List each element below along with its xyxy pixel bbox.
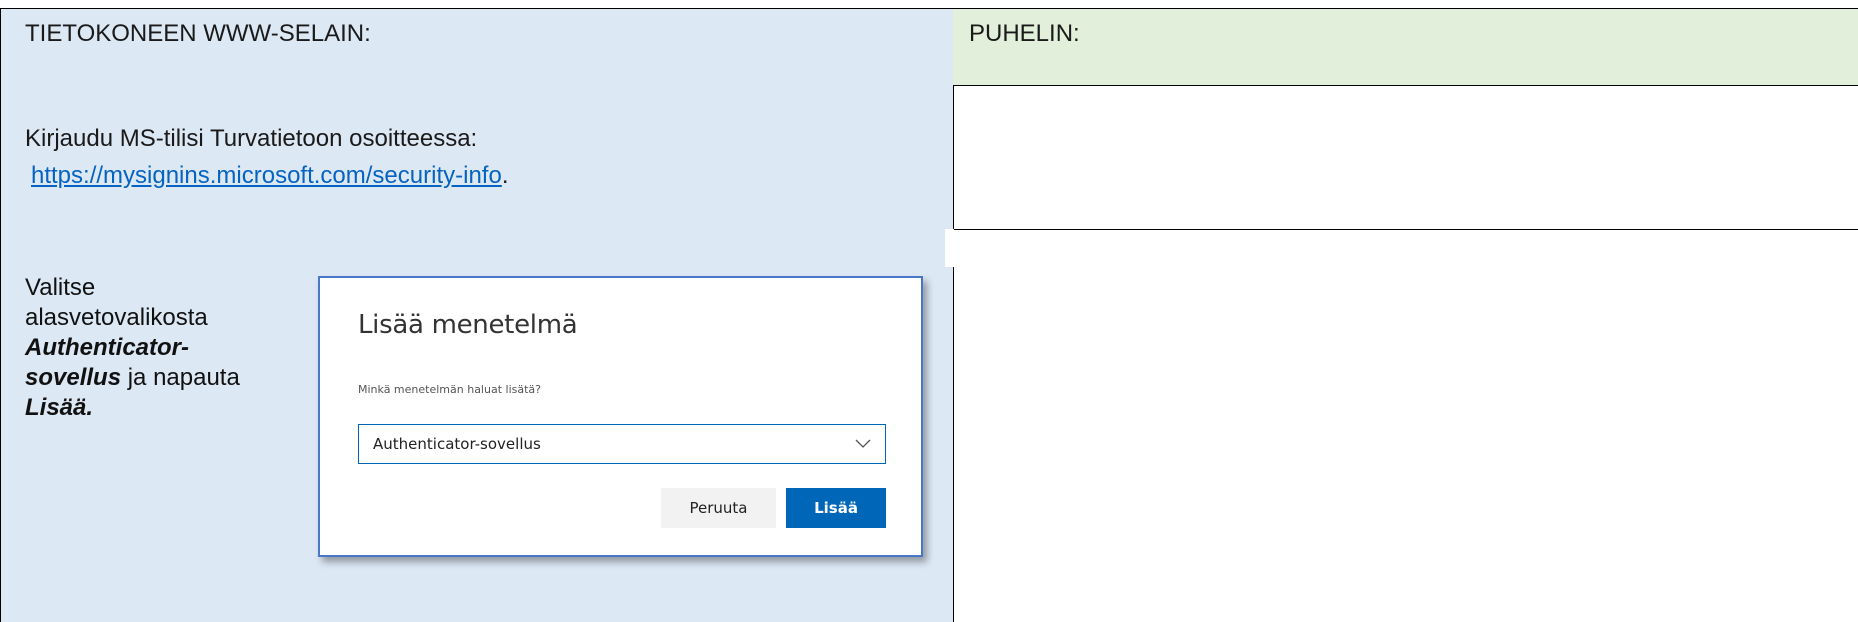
instruction-table: TIETOKONEEN WWW-SELAIN: PUHELIN: Kirjaud… <box>0 0 1858 622</box>
row1-instruction-text: Kirjaudu MS-tilisi Turvatietoon osoittee… <box>25 125 478 152</box>
method-select-value: Authenticator-sovellus <box>373 435 541 453</box>
header-phone-label: PUHELIN: <box>969 20 1080 47</box>
header-cell-phone: PUHELIN: <box>953 8 1858 86</box>
chevron-down-icon <box>855 439 871 448</box>
instr-bold-add: Lisää. <box>25 394 94 421</box>
method-select[interactable]: Authenticator-sovellus <box>358 424 886 464</box>
instr-line-1: Valitse <box>25 274 96 301</box>
dialog-title: Lisää menetelmä <box>358 310 578 340</box>
row2-instruction: Valitse alasvetovalikosta Authenticator-… <box>25 273 285 423</box>
add-method-dialog-screenshot: Lisää menetelmä Minkä menetelmän haluat … <box>318 276 923 557</box>
header-cell-computer: TIETOKONEEN WWW-SELAIN: <box>0 8 954 86</box>
header-computer-label: TIETOKONEEN WWW-SELAIN: <box>25 20 371 47</box>
instr-line-2: alasvetovalikosta <box>25 304 208 331</box>
row2-cell-phone <box>953 229 1858 622</box>
add-button[interactable]: Lisää <box>786 488 886 528</box>
row1-link-line: https://mysignins.microsoft.com/security… <box>25 161 508 191</box>
instr-bold-app-2: sovellus <box>25 364 122 391</box>
dialog-question: Minkä menetelmän haluat lisätä? <box>358 383 541 396</box>
instr-bold-app-1: Authenticator- <box>25 334 189 361</box>
row1-cell-phone <box>953 85 1858 230</box>
cancel-button[interactable]: Peruuta <box>661 488 776 528</box>
instr-line-4: sovellus ja napauta <box>25 363 285 393</box>
row1-link-period: . <box>501 162 509 189</box>
instr-tap-text: ja napauta <box>121 364 240 391</box>
security-info-link[interactable]: https://mysignins.microsoft.com/security… <box>31 162 502 189</box>
row1-cell-computer: Kirjaudu MS-tilisi Turvatietoon osoittee… <box>0 85 954 230</box>
